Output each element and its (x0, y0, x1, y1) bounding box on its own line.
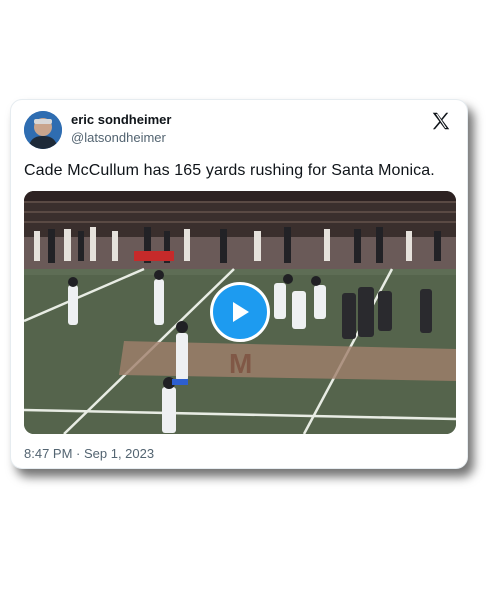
tweet-card[interactable]: eric sondheimer @latsondheimer Cade McCu… (10, 99, 468, 469)
author-name[interactable]: eric sondheimer (71, 112, 171, 127)
x-logo-icon[interactable] (430, 110, 452, 132)
video-player[interactable]: M (24, 191, 456, 434)
author-handle[interactable]: @latsondheimer (71, 130, 166, 145)
play-button[interactable] (210, 282, 270, 342)
play-icon (233, 302, 249, 322)
svg-text:M: M (229, 348, 252, 379)
author-avatar[interactable] (24, 111, 62, 149)
tweet-timestamp[interactable]: 8:47 PM · Sep 1, 2023 (24, 446, 154, 461)
tweet-text: Cade McCullum has 165 yards rushing for … (24, 162, 435, 179)
